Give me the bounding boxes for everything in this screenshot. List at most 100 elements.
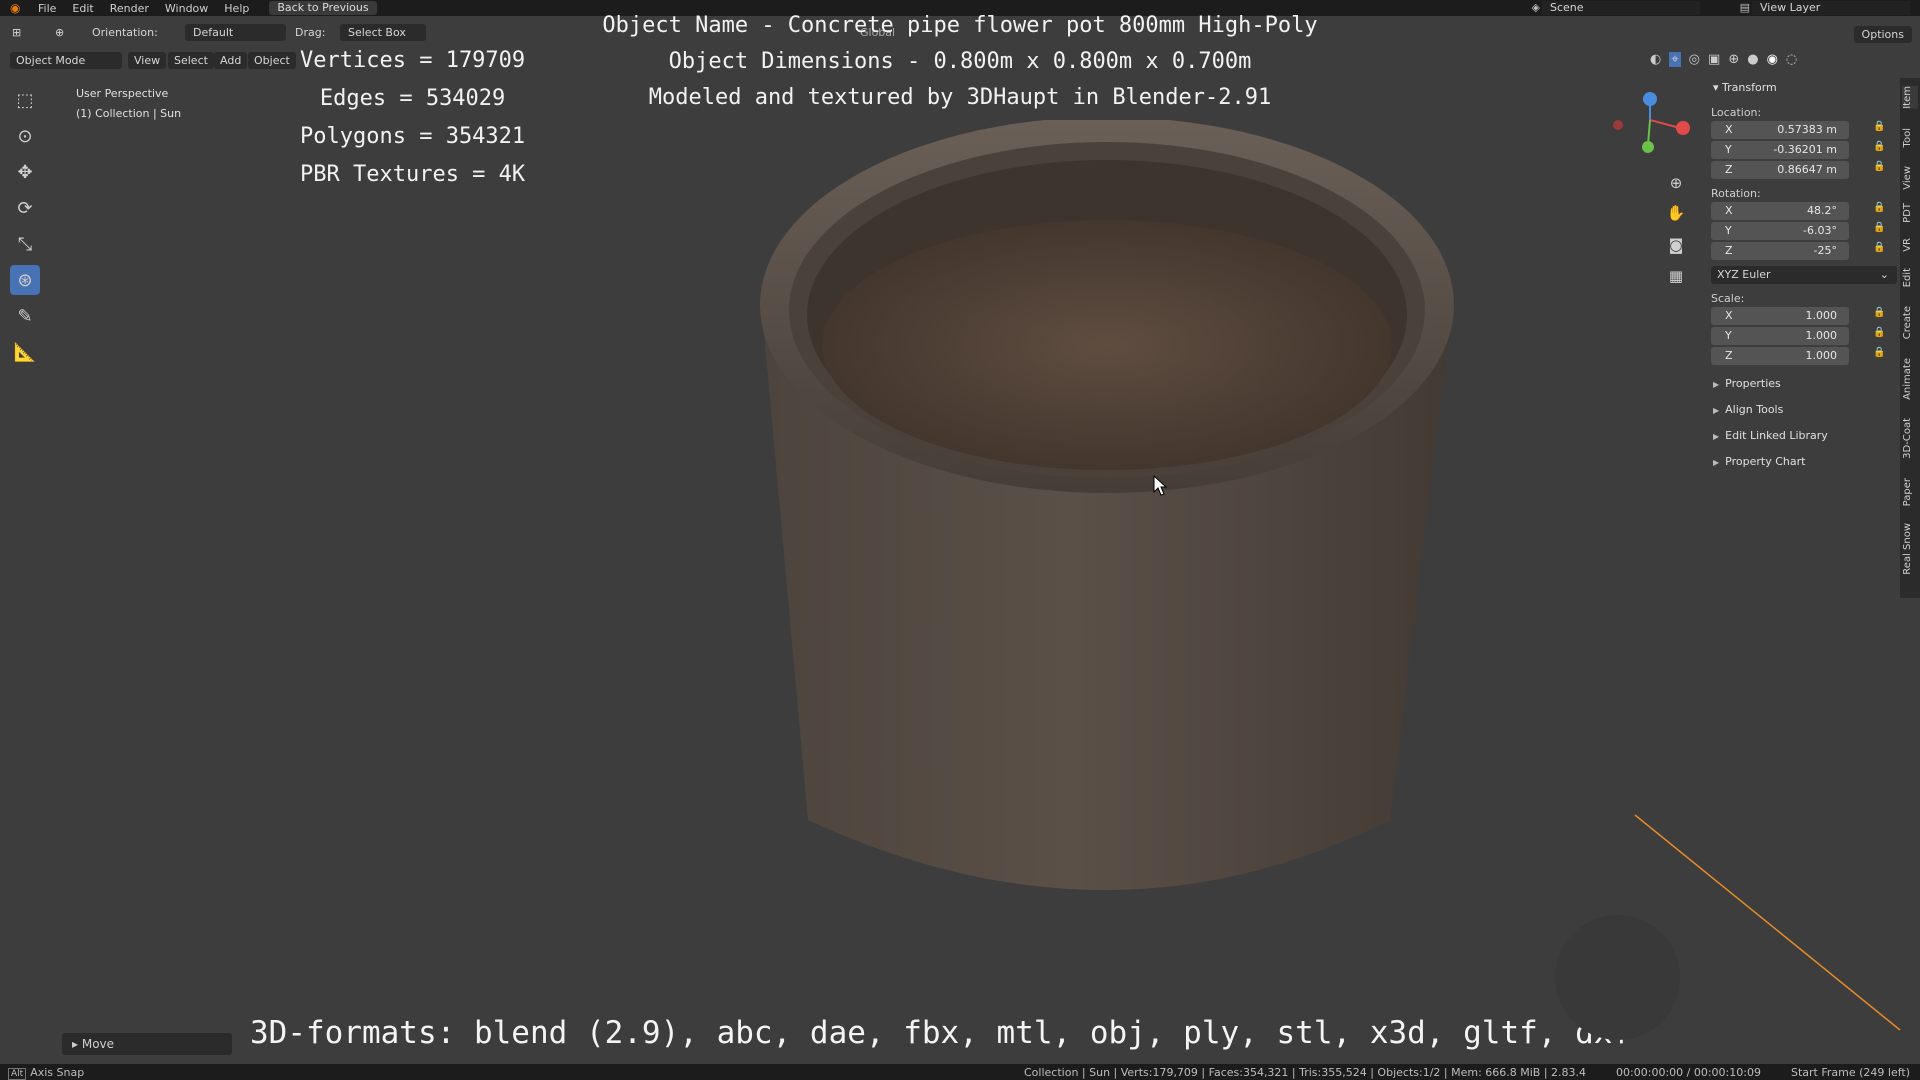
status-bar: Alt Axis Snap Collection | Sun | Verts:17… — [0, 1064, 1920, 1080]
rotation-mode-dropdown[interactable]: XYZ Euler ⌄ — [1711, 266, 1897, 284]
gizmo-toggle-icon[interactable]: ⌖ — [1669, 52, 1681, 67]
tab-pdt[interactable]: PDT — [1902, 203, 1918, 223]
object-menu[interactable]: Object — [248, 52, 296, 69]
pan-hand-icon[interactable]: ✋ — [1663, 200, 1689, 226]
measure-tool-icon[interactable]: 📐 — [10, 337, 40, 367]
lock-icon[interactable]: 🔒 — [1873, 161, 1885, 172]
rendered-shading-icon[interactable]: ◌ — [1786, 52, 1797, 67]
object-name-text: Object Name - Concrete pipe flower pot 8… — [602, 13, 1318, 38]
viewport-shading-controls: ◐ ⌖ ◎ ▣ ⊕ ● ◉ ◌ — [1650, 52, 1797, 67]
menu-file[interactable]: File — [32, 2, 62, 15]
vertices-text: Vertices = 179709 — [300, 48, 526, 73]
expand-arrow-icon: ▶ — [1713, 458, 1720, 467]
lock-icon[interactable]: 🔒 — [1873, 242, 1885, 253]
editor-type-icon[interactable]: ⊞ — [12, 26, 21, 39]
move-tool-icon[interactable]: ✥ — [10, 157, 40, 187]
orientation-dropdown[interactable]: Default — [185, 24, 286, 41]
tab-edit[interactable]: Edit — [1902, 268, 1918, 287]
scale-tool-icon[interactable]: ⤡ — [10, 229, 40, 259]
rotation-x-field[interactable]: X 48.2° 🔒 — [1711, 202, 1885, 220]
material-shading-icon[interactable]: ◉ — [1767, 52, 1778, 67]
transform-tool-icon[interactable]: ⊛ — [10, 265, 40, 295]
scale-y-field[interactable]: Y 1.000 🔒 — [1711, 327, 1885, 345]
overlay-stats-block: Vertices = 179709 Edges = 534029 Polygon… — [300, 42, 525, 194]
select-menu[interactable]: Select — [168, 52, 214, 69]
annotate-tool-icon[interactable]: ✎ — [10, 301, 40, 331]
properties-section[interactable]: ▶ Properties — [1705, 375, 1897, 393]
tab-animate[interactable]: Animate — [1902, 358, 1918, 400]
tab-3d-coat[interactable]: 3D-Coat — [1902, 418, 1918, 459]
timecode: 00:00:00:00 / 00:00:10:09 — [1616, 1066, 1761, 1079]
neg-x-axis-handle[interactable] — [1613, 120, 1623, 130]
back-to-previous-button[interactable]: Back to Previous — [269, 1, 377, 15]
view-layer-selector[interactable]: View Layer — [1752, 1, 1910, 15]
location-label: Location: — [1711, 106, 1762, 119]
lock-icon[interactable]: 🔒 — [1873, 141, 1885, 152]
lock-icon[interactable]: 🔒 — [1873, 222, 1885, 233]
wireframe-shading-icon[interactable]: ⊕ — [1728, 52, 1739, 67]
xray-icon[interactable]: ▣ — [1708, 52, 1720, 67]
rotation-y-field[interactable]: Y -6.03° 🔒 — [1711, 222, 1885, 240]
alt-key-icon: Alt — [8, 1068, 27, 1080]
lock-icon[interactable]: 🔒 — [1873, 347, 1885, 358]
menu-help[interactable]: Help — [218, 2, 255, 15]
menu-render[interactable]: Render — [104, 2, 155, 15]
x-axis-handle[interactable] — [1676, 121, 1690, 135]
edit-linked-library-section[interactable]: ▶ Edit Linked Library — [1705, 427, 1897, 445]
scene-selector[interactable]: Scene — [1542, 1, 1700, 15]
location-x-field[interactable]: X 0.57383 m 🔒 — [1711, 121, 1885, 139]
view-menu[interactable]: View — [128, 52, 167, 69]
lock-icon[interactable]: 🔒 — [1873, 121, 1885, 132]
drag-dropdown[interactable]: Select Box — [340, 24, 426, 41]
rotate-tool-icon[interactable]: ⟳ — [10, 193, 40, 223]
z-axis-handle[interactable] — [1643, 92, 1657, 106]
expand-arrow-icon: ▸ — [72, 1037, 82, 1051]
lock-icon[interactable]: 🔒 — [1873, 307, 1885, 318]
cursor-tool-icon[interactable]: ⊙ — [10, 121, 40, 151]
lock-icon[interactable]: 🔒 — [1873, 202, 1885, 213]
tab-paper[interactable]: Paper — [1902, 478, 1918, 506]
axis-gizmo[interactable] — [1600, 85, 1700, 165]
select-box-tool-icon[interactable]: ⬚ — [10, 85, 40, 115]
tab-vr[interactable]: VR — [1902, 238, 1918, 252]
polygons-text: Polygons = 354321 — [300, 124, 526, 149]
camera-view-icon[interactable]: ◙ — [1663, 232, 1689, 258]
scale-x-field[interactable]: X 1.000 🔒 — [1711, 307, 1885, 325]
tab-tool[interactable]: Tool — [1902, 128, 1918, 147]
location-y-field[interactable]: Y -0.36201 m 🔒 — [1711, 141, 1885, 159]
menu-window[interactable]: Window — [159, 2, 214, 15]
flower-pot-model[interactable] — [750, 120, 1480, 940]
mode-icon[interactable]: ⊕ — [55, 26, 64, 39]
scale-z-field[interactable]: Z 1.000 🔒 — [1711, 347, 1885, 365]
y-axis-handle[interactable] — [1642, 141, 1654, 153]
overlay-toggle-icon[interactable]: ◎ — [1689, 52, 1700, 67]
transform-panel-header[interactable]: ▾ Transform — [1705, 78, 1897, 98]
location-z-field[interactable]: Z 0.86647 m 🔒 — [1711, 161, 1885, 179]
lock-icon[interactable]: 🔒 — [1873, 327, 1885, 338]
tab-view[interactable]: View — [1902, 166, 1918, 190]
rotation-z-field[interactable]: Z -25° 🔒 — [1711, 242, 1885, 260]
tab-real-snow[interactable]: Real Snow — [1902, 523, 1918, 575]
visibility-icon[interactable]: ◐ — [1650, 52, 1661, 67]
solid-shading-icon[interactable]: ● — [1747, 52, 1758, 67]
tab-item[interactable]: Item — [1902, 86, 1918, 109]
ortho-toggle-icon[interactable]: ▦ — [1663, 263, 1689, 289]
edges-text: Edges = 534029 — [319, 86, 506, 111]
add-menu[interactable]: Add — [214, 52, 248, 69]
object-mode-dropdown[interactable]: Object Mode — [10, 52, 122, 69]
align-tools-section[interactable]: ▶ Align Tools — [1705, 401, 1897, 419]
scene-icon[interactable]: ◈ — [1532, 1, 1540, 14]
viewport-info: User Perspective (1) Collection | Sun — [76, 84, 181, 124]
view-layer-icon[interactable]: ▤ — [1740, 1, 1750, 14]
last-operator-panel[interactable]: ▸ Move — [62, 1033, 232, 1055]
options-dropdown[interactable]: Options — [1853, 26, 1912, 43]
viewport-scroll-handle[interactable] — [1555, 915, 1680, 1040]
tab-create[interactable]: Create — [1902, 306, 1918, 339]
expand-arrow-icon: ▶ — [1713, 432, 1720, 441]
formats-text: 3D-formats: blend (2.9), abc, dae, fbx, … — [250, 1015, 1632, 1051]
zoom-icon[interactable]: ⊕ — [1663, 170, 1689, 196]
menu-edit[interactable]: Edit — [66, 2, 99, 15]
object-dimensions-text: Object Dimensions - 0.800m x 0.800m x 0.… — [668, 49, 1252, 74]
property-chart-section[interactable]: ▶ Property Chart — [1705, 453, 1897, 471]
blender-logo-icon[interactable]: ◉ — [10, 2, 22, 14]
